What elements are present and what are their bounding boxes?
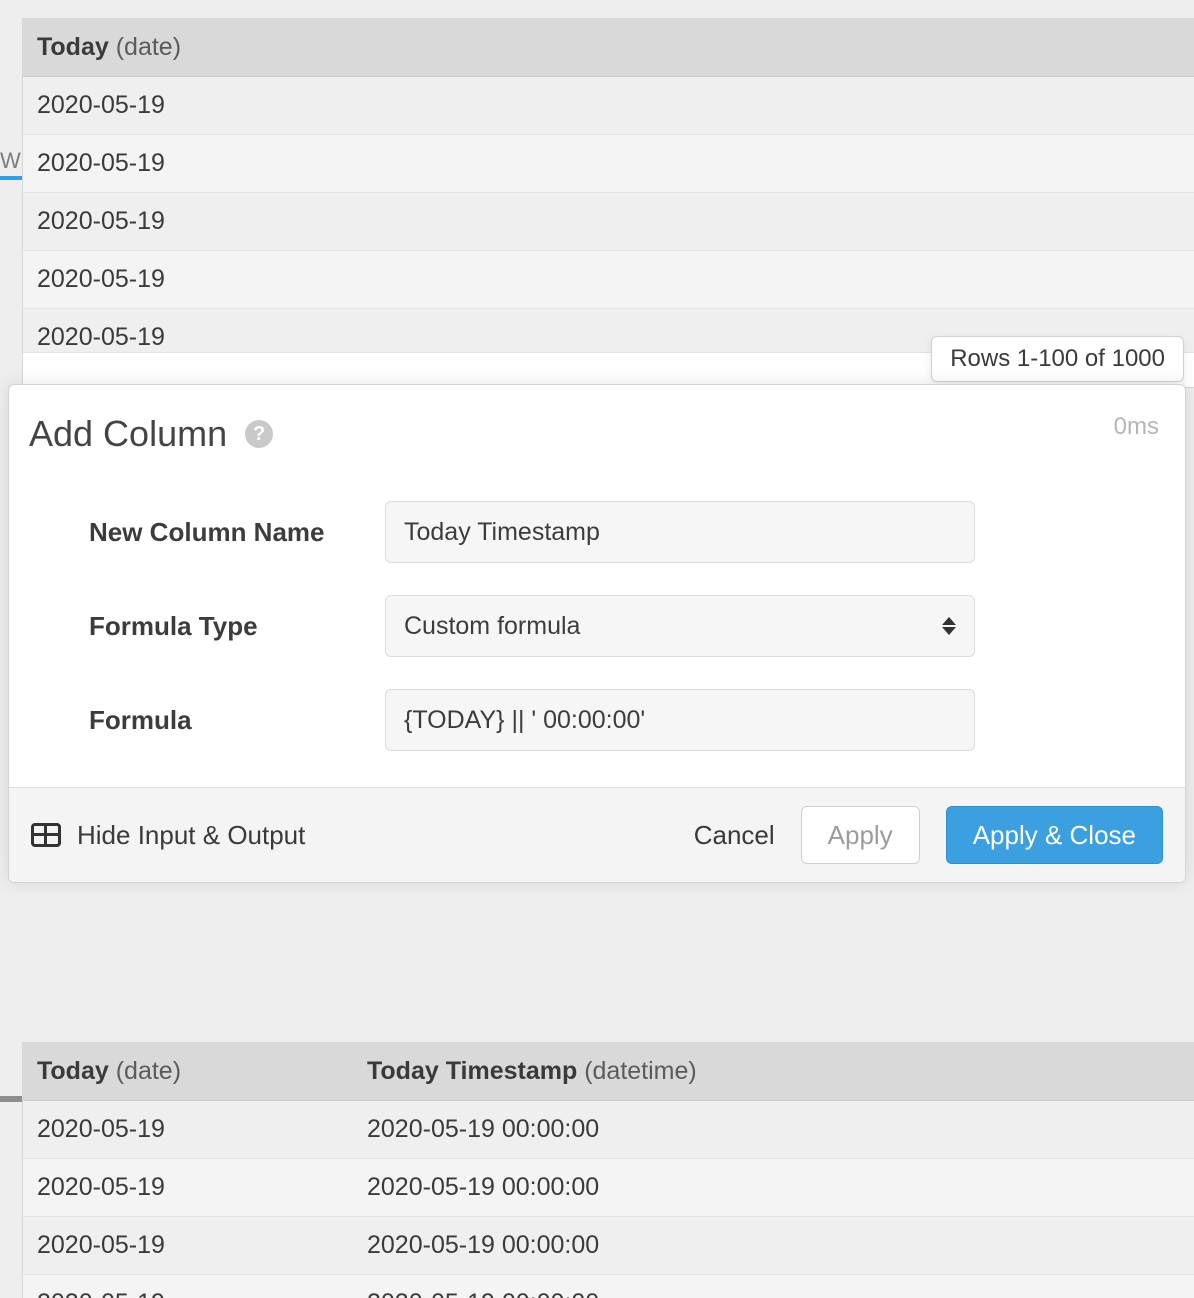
column-type: (date) [116, 33, 181, 61]
column-name: Today [37, 33, 109, 61]
table-row: 2020-05-19 [23, 251, 1194, 309]
table-row: 2020-05-19 [23, 193, 1194, 251]
apply-close-button[interactable]: Apply & Close [946, 806, 1163, 864]
column-type: (datetime) [584, 1057, 697, 1085]
new-column-name-input[interactable] [385, 501, 975, 563]
formula-type-label: Formula Type [35, 611, 385, 642]
preview-table-top: Today (date) 2020-05-19 2020-05-19 2020-… [22, 18, 1194, 388]
column-header[interactable]: Today Timestamp (datetime) [367, 1057, 1180, 1086]
help-icon[interactable]: ? [245, 420, 273, 448]
new-column-name-label: New Column Name [35, 517, 385, 548]
table-row: 2020-05-19 2020-05-19 00:00:00 [23, 1217, 1194, 1275]
cell: 2020-05-19 00:00:00 [367, 1289, 1180, 1298]
formula-label: Formula [35, 705, 385, 736]
hide-input-output-toggle[interactable]: Hide Input & Output [31, 820, 305, 851]
column-header[interactable]: Today (date) [37, 1057, 367, 1086]
cell: 2020-05-19 00:00:00 [367, 1173, 1180, 1202]
cell: 2020-05-19 [37, 1115, 367, 1144]
gutter-accent-bar [0, 176, 22, 180]
table-row: 2020-05-19 2020-05-19 00:00:00 [23, 1101, 1194, 1159]
table-row: 2020-05-19 2020-05-19 00:00:00 [23, 1159, 1194, 1217]
column-name: Today Timestamp [367, 1057, 577, 1085]
cell: 2020-05-19 [37, 1173, 367, 1202]
table-row: 2020-05-19 2020-05-19 00:00:00 [23, 1275, 1194, 1298]
apply-button[interactable]: Apply [801, 806, 920, 864]
modal-title: Add Column [29, 413, 227, 455]
gutter-divider [0, 1096, 22, 1102]
column-name: Today [37, 1057, 109, 1085]
formula-type-select[interactable]: Custom formula [385, 595, 975, 657]
formula-input[interactable] [385, 689, 975, 751]
formula-type-value: Custom formula [404, 612, 580, 641]
cell: 2020-05-19 00:00:00 [367, 1231, 1180, 1260]
row-count-badge: Rows 1-100 of 1000 [931, 336, 1184, 382]
cell: 2020-05-19 [37, 1231, 367, 1260]
cell: 2020-05-19 00:00:00 [367, 1115, 1180, 1144]
cancel-button[interactable]: Cancel [694, 820, 775, 851]
preview-table-bottom: Today (date) Today Timestamp (datetime) … [22, 1042, 1194, 1298]
chevron-updown-icon [942, 617, 956, 635]
table-row: 2020-05-19 [23, 135, 1194, 193]
hide-io-label: Hide Input & Output [77, 820, 305, 851]
add-column-modal: Add Column ? 0ms New Column Name Formula… [8, 384, 1186, 883]
table-icon [31, 823, 61, 847]
column-header[interactable]: Today (date) [23, 19, 1194, 77]
cell: 2020-05-19 [37, 1289, 367, 1298]
column-type: (date) [116, 1057, 181, 1085]
table-row: 2020-05-19 [23, 77, 1194, 135]
execution-timer: 0ms [1114, 413, 1159, 441]
